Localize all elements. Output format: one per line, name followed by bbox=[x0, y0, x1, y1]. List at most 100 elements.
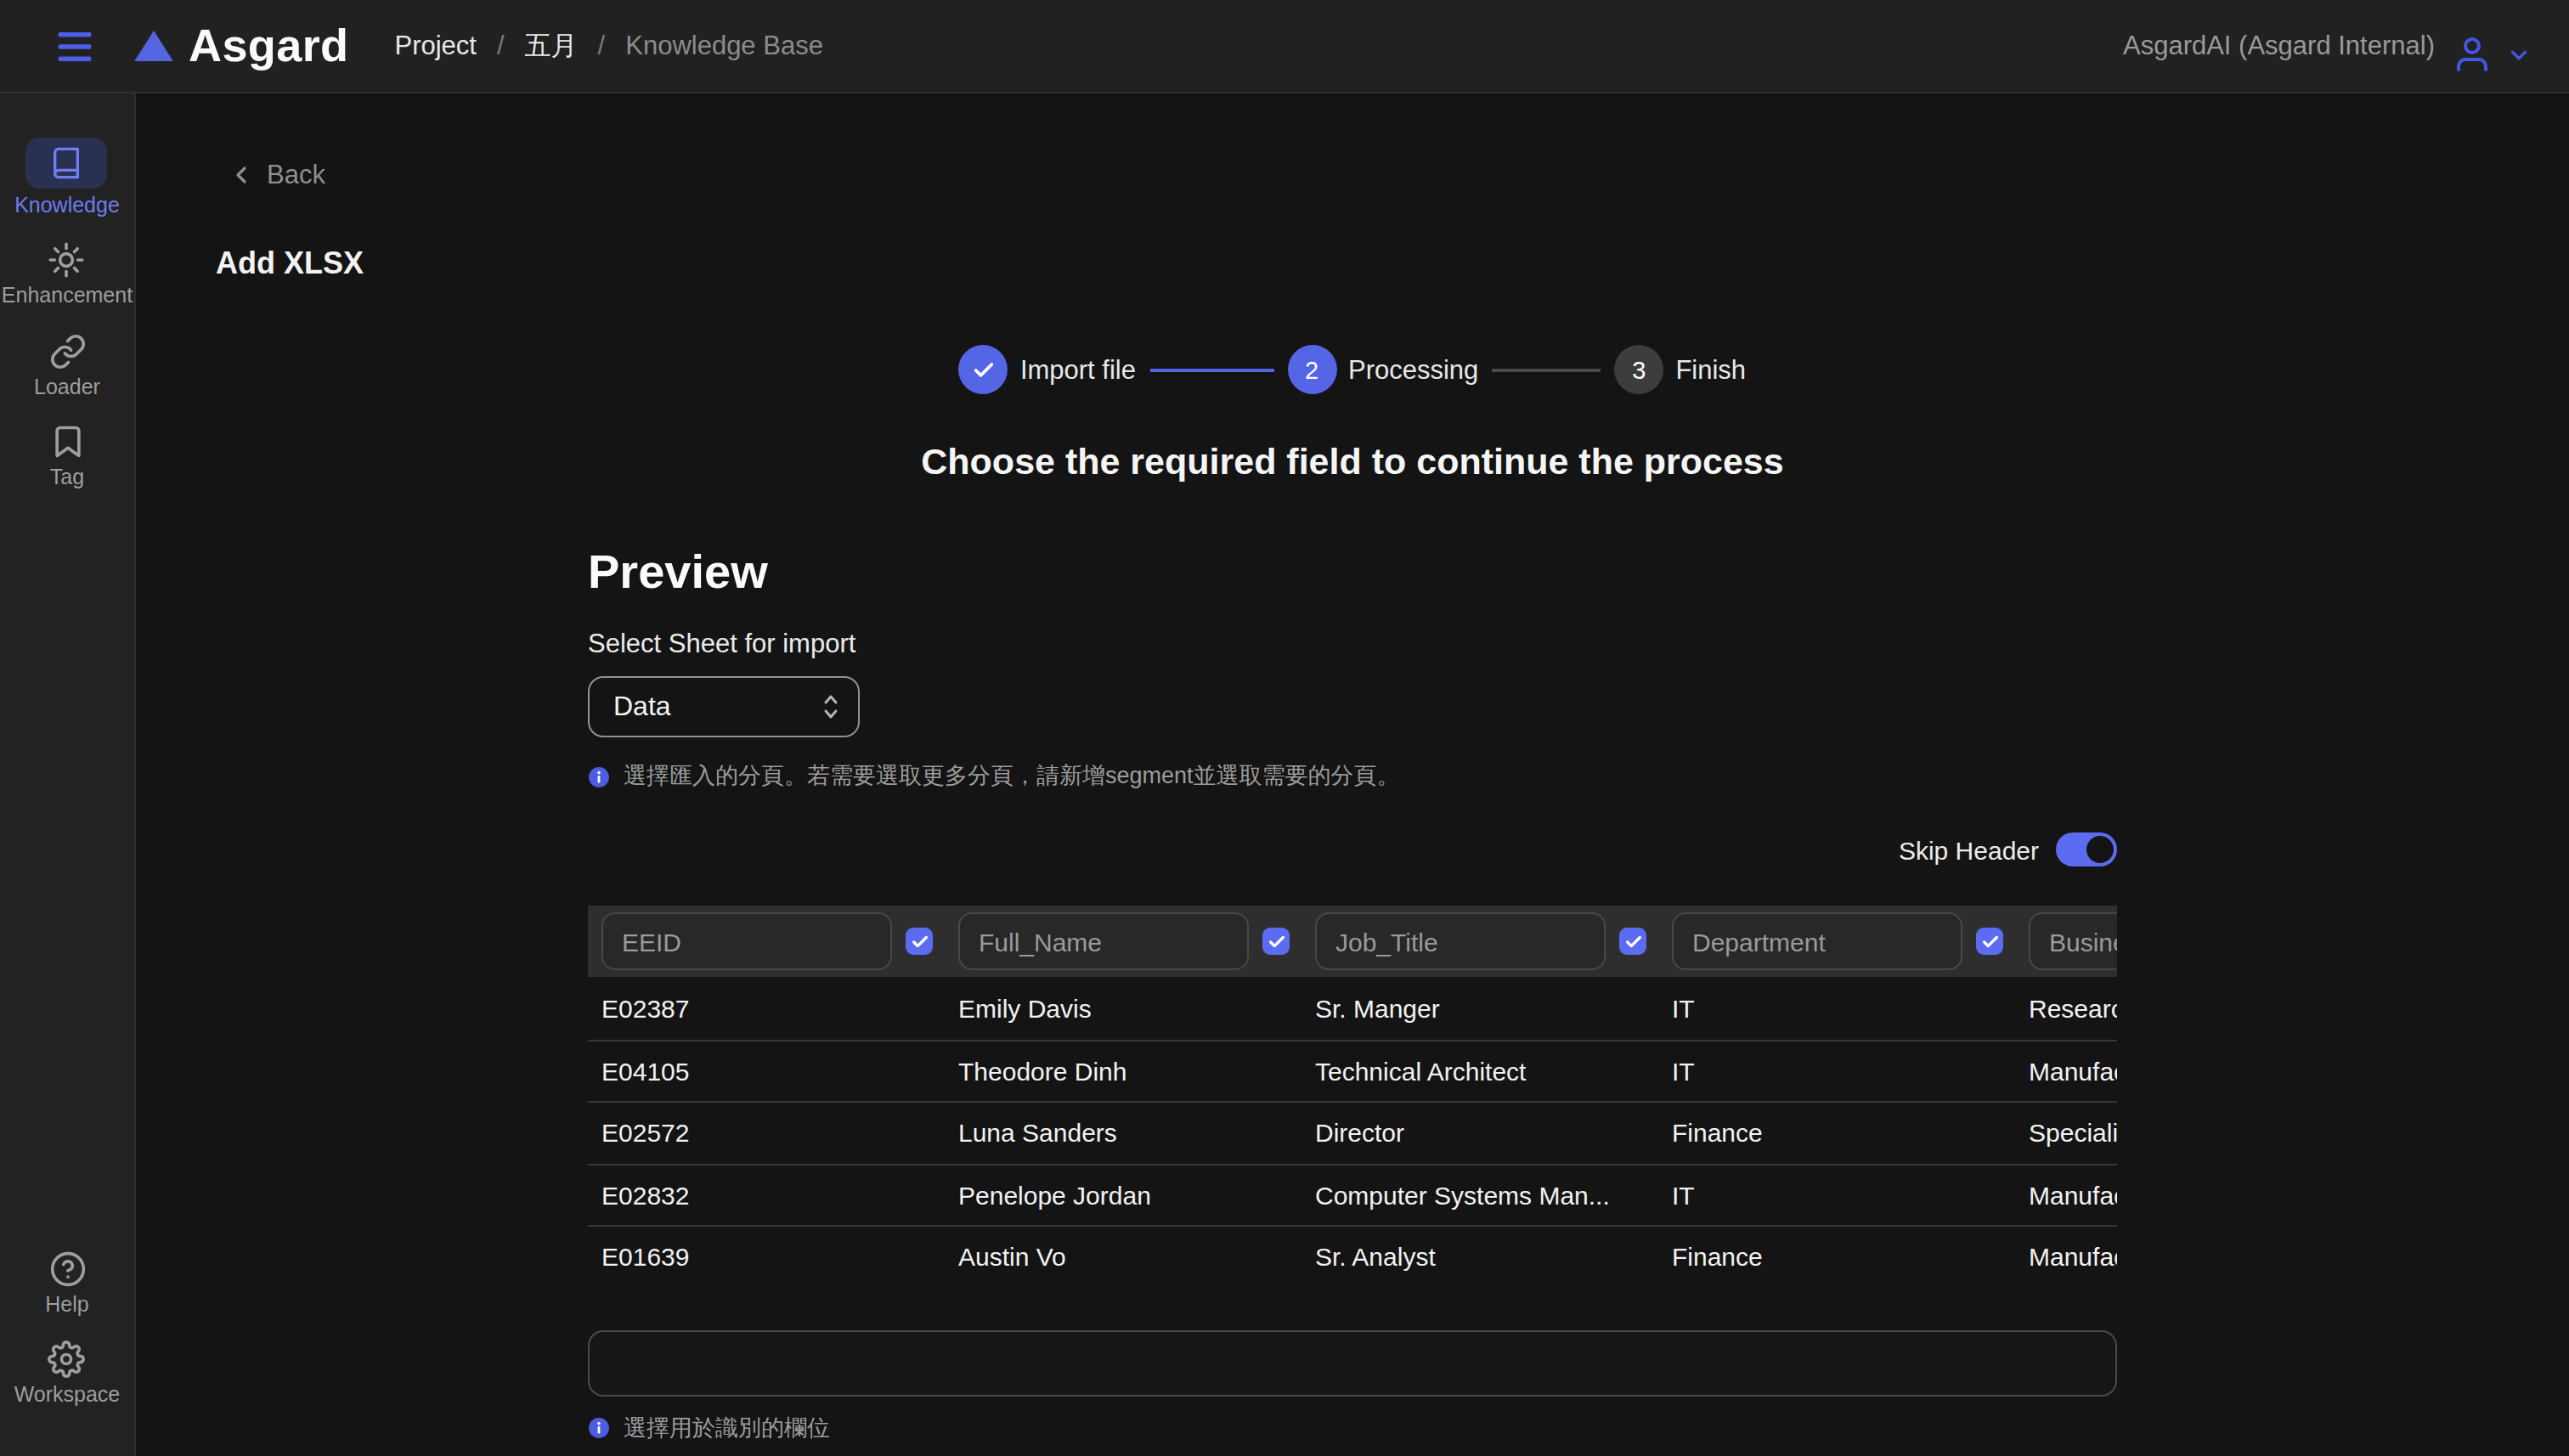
step-import-file: Import file bbox=[959, 345, 1136, 394]
table-row: E02572Luna SandersDirectorFinanceSpecial… bbox=[588, 1101, 2117, 1163]
brand-logo[interactable]: Asgard bbox=[134, 20, 348, 72]
skip-header-row: Skip Header bbox=[588, 831, 2117, 868]
section-heading: Choose the required field to continue th… bbox=[136, 438, 2569, 486]
table-body: E02387Emily DavisSr. MangerITResearchE04… bbox=[588, 977, 2117, 1287]
stepper: Import file 2 Processing 3 Finish bbox=[136, 345, 2569, 394]
gear-icon bbox=[48, 1340, 86, 1378]
step-3-label: Finish bbox=[1675, 354, 1746, 385]
step-2-circle: 2 bbox=[1287, 345, 1336, 394]
sidebar-label-loader: Loader bbox=[34, 375, 100, 399]
table-row: E02387Emily DavisSr. MangerITResearch bbox=[588, 977, 2117, 1039]
table-cell: E04105 bbox=[588, 1057, 945, 1086]
identifier-field-input[interactable] bbox=[588, 1329, 2117, 1396]
table-cell: Emily Davis bbox=[945, 994, 1301, 1023]
preview-title: Preview bbox=[588, 547, 2117, 598]
sidebar: Knowledge Enhancement Loader Tag Help bbox=[0, 93, 136, 1456]
table-cell: IT bbox=[1658, 994, 2015, 1023]
table-row: E04105Theodore DinhTechnical ArchitectIT… bbox=[588, 1039, 2117, 1101]
table-cell: E02572 bbox=[588, 1119, 945, 1148]
user-icon[interactable] bbox=[2452, 34, 2493, 75]
column-checkbox[interactable] bbox=[906, 928, 933, 955]
step-3-circle: 3 bbox=[1614, 345, 1663, 394]
sidebar-label-help: Help bbox=[45, 1293, 88, 1317]
select-arrows-icon bbox=[821, 693, 841, 720]
chevron-down-icon[interactable] bbox=[2506, 42, 2532, 67]
column-name-input[interactable]: Job_Title bbox=[1315, 912, 1606, 970]
table-cell: Sr. Analyst bbox=[1301, 1243, 1658, 1272]
breadcrumb-separator: / bbox=[497, 31, 505, 61]
table-cell: E02387 bbox=[588, 994, 945, 1023]
help-icon bbox=[48, 1250, 86, 1288]
sidebar-item-tag[interactable]: Tag bbox=[48, 423, 86, 489]
sheet-select[interactable]: Data bbox=[588, 676, 860, 737]
info-icon bbox=[588, 1417, 610, 1439]
table-cell: Finance bbox=[1658, 1243, 2015, 1272]
back-label: Back bbox=[267, 160, 325, 190]
table-cell: Sr. Manger bbox=[1301, 994, 1658, 1023]
identifier-hint-text: 選擇用於識別的欄位 bbox=[624, 1413, 830, 1443]
link-icon bbox=[48, 333, 86, 370]
preview-table: EEIDFull_NameJob_TitleDepartmentBusines … bbox=[588, 906, 2117, 1287]
sheet-hint-text: 選擇匯入的分頁。若需要選取更多分頁，請新增segment並選取需要的分頁。 bbox=[624, 761, 1400, 792]
table-cell: Penelope Jordan bbox=[945, 1181, 1301, 1210]
table-cell: Technical Architect bbox=[1301, 1057, 1658, 1086]
table-cell: E02832 bbox=[588, 1181, 945, 1210]
breadcrumb-folder[interactable]: 五月 bbox=[525, 28, 578, 64]
step-finish: 3 Finish bbox=[1614, 345, 1746, 394]
step-connector-upcoming bbox=[1492, 368, 1601, 371]
menu-icon[interactable] bbox=[58, 31, 92, 60]
account-area[interactable]: AsgardAI (Asgard Internal) bbox=[2123, 17, 2532, 75]
column-checkbox[interactable] bbox=[1619, 928, 1646, 955]
table-cell: Theodore Dinh bbox=[945, 1057, 1301, 1086]
sheet-hint-row: 選擇匯入的分頁。若需要選取更多分頁，請新增segment並選取需要的分頁。 bbox=[588, 761, 2117, 792]
sidebar-item-loader[interactable]: Loader bbox=[34, 333, 100, 399]
table-header-row: EEID Full_Name Job_Title Department Busines bbox=[588, 906, 2117, 977]
column-checkbox[interactable] bbox=[1262, 928, 1290, 955]
account-name: AsgardAI (Asgard Internal) bbox=[2123, 31, 2435, 61]
app-window: Asgard Project / 五月 / Knowledge Base Asg… bbox=[0, 0, 2569, 1456]
table-cell: Austin Vo bbox=[945, 1243, 1301, 1272]
table-cell: Computer Systems Man... bbox=[1301, 1181, 1658, 1210]
bookmark-icon bbox=[48, 423, 86, 460]
column-checkbox[interactable] bbox=[1976, 928, 2003, 955]
sidebar-item-workspace[interactable]: Workspace bbox=[14, 1340, 121, 1407]
sidebar-label-enhancement: Enhancement bbox=[2, 284, 133, 308]
column-name-input[interactable]: Full_Name bbox=[958, 912, 1249, 970]
breadcrumb-project[interactable]: Project bbox=[394, 31, 477, 61]
step-connector-done bbox=[1149, 368, 1273, 371]
table-cell: Manufactu bbox=[2015, 1181, 2117, 1210]
column-header-full_name: Full_Name bbox=[945, 912, 1301, 970]
column-name-input[interactable]: EEID bbox=[601, 912, 892, 970]
top-bar: Asgard Project / 五月 / Knowledge Base Asg… bbox=[0, 0, 2569, 93]
skip-header-label: Skip Header bbox=[1899, 835, 2039, 864]
step-2-label: Processing bbox=[1348, 354, 1478, 385]
main-content: Back Add XLSX Import file 2 Processing 3 bbox=[136, 93, 2569, 1456]
column-header-department: Department bbox=[1658, 912, 2015, 970]
column-name-input[interactable]: Department bbox=[1672, 912, 1962, 970]
table-cell: E01639 bbox=[588, 1243, 945, 1272]
table-cell: Manufactu bbox=[2015, 1243, 2117, 1272]
column-header-eeid: EEID bbox=[588, 912, 945, 970]
table-cell: Manufactu bbox=[2015, 1057, 2117, 1086]
table-cell: IT bbox=[1658, 1181, 2015, 1210]
sidebar-item-knowledge[interactable]: Knowledge bbox=[14, 138, 120, 217]
sheet-select-value: Data bbox=[613, 691, 821, 722]
sidebar-label-tag: Tag bbox=[50, 466, 84, 489]
page-title: Add XLSX bbox=[216, 243, 2569, 284]
sidebar-item-help[interactable]: Help bbox=[45, 1250, 88, 1317]
skip-header-toggle[interactable] bbox=[2056, 832, 2117, 866]
back-button[interactable]: Back bbox=[228, 156, 2569, 194]
column-header-busines: Busines bbox=[2015, 912, 2117, 970]
table-cell: IT bbox=[1658, 1057, 2015, 1086]
sidebar-item-enhancement[interactable]: Enhancement bbox=[2, 241, 133, 308]
column-name-input[interactable]: Busines bbox=[2029, 912, 2117, 970]
breadcrumb: Project / 五月 / Knowledge Base bbox=[394, 28, 822, 64]
book-icon bbox=[50, 146, 84, 180]
sun-icon bbox=[48, 241, 86, 279]
breadcrumb-separator: / bbox=[598, 31, 606, 61]
toggle-knob bbox=[2086, 836, 2114, 863]
sidebar-label-workspace: Workspace bbox=[14, 1383, 121, 1407]
table-row: E02832Penelope JordanComputer Systems Ma… bbox=[588, 1163, 2117, 1225]
table-row: E01639Austin VoSr. AnalystFinanceManufac… bbox=[588, 1225, 2117, 1287]
breadcrumb-current: Knowledge Base bbox=[625, 31, 823, 61]
